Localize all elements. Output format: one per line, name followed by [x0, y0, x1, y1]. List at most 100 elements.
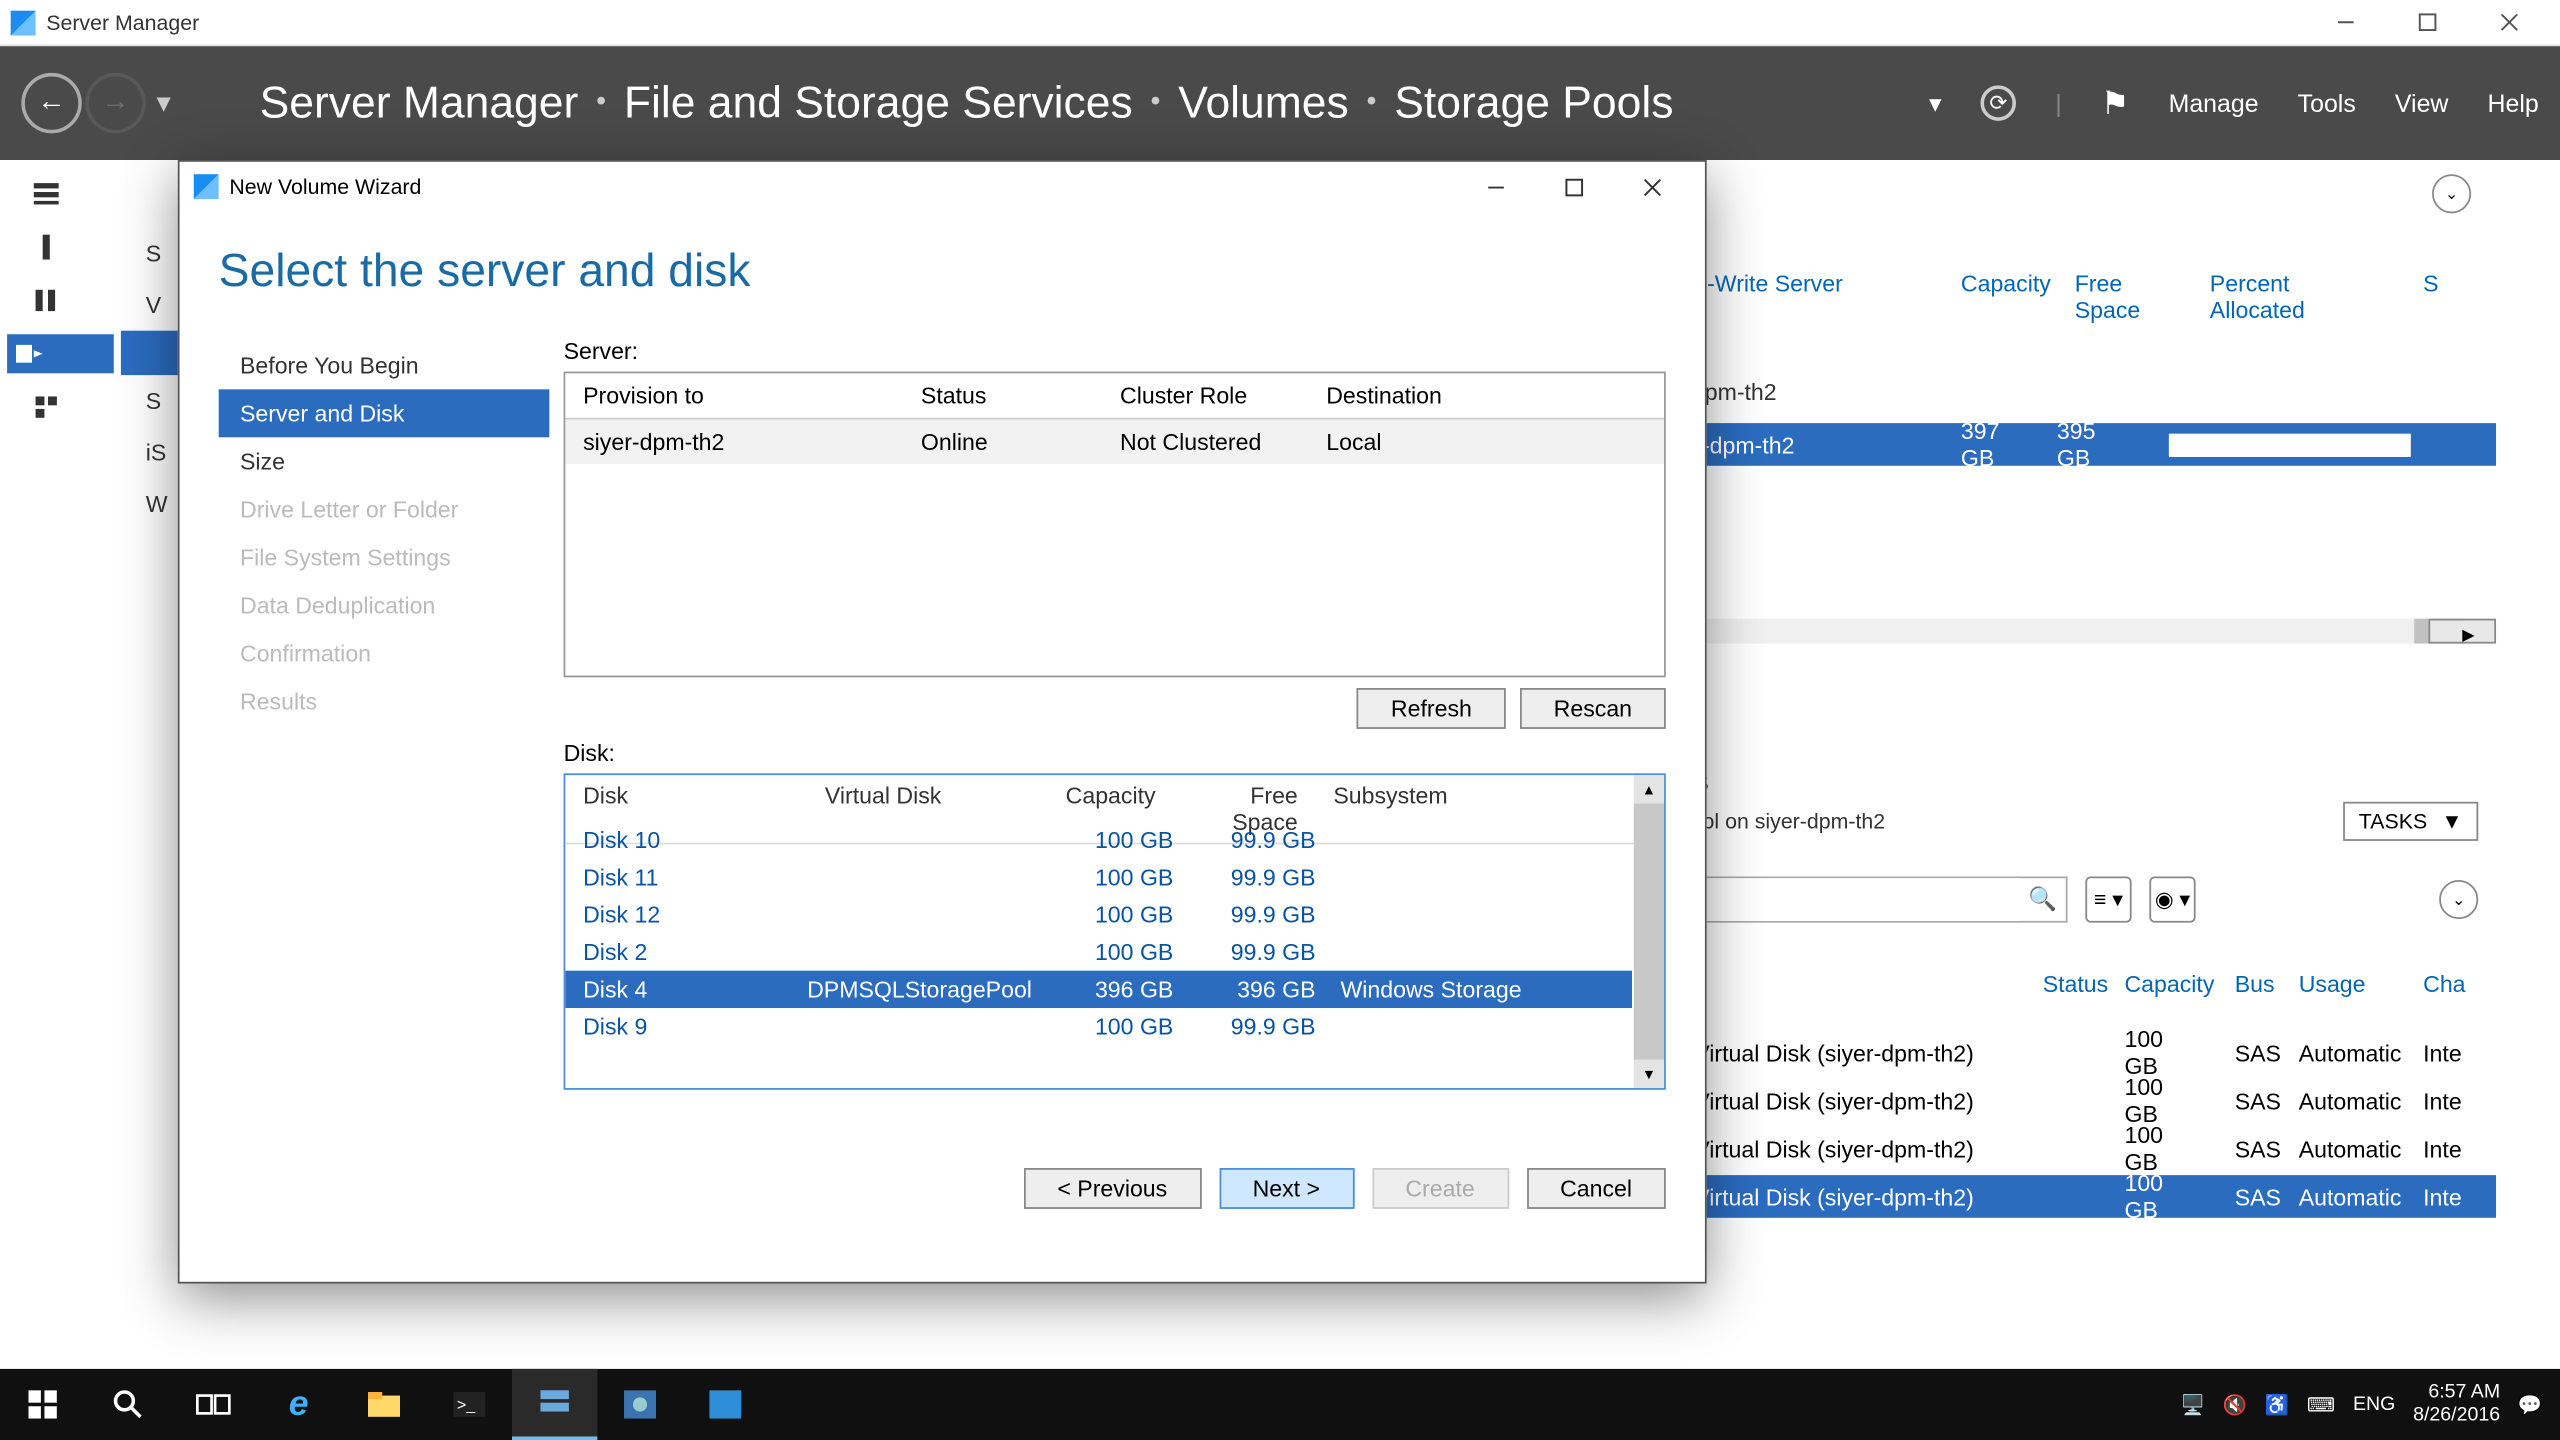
- breadcrumb-sub[interactable]: Volumes: [1178, 77, 1348, 129]
- disk-row[interactable]: Disk 12100 GB99.9 GB: [565, 896, 1632, 933]
- app-title: Server Manager: [46, 10, 199, 35]
- vd-col-name[interactable]: e: [1676, 964, 2024, 1005]
- menu-view[interactable]: View: [2395, 89, 2449, 117]
- tray-clock[interactable]: 6:57 AM 8/26/2016: [2413, 1382, 2500, 1427]
- col-role[interactable]: Cluster Role: [1102, 373, 1308, 417]
- taskbar-servermanager-icon[interactable]: [512, 1369, 597, 1440]
- tray-notifications-icon[interactable]: 💬: [2518, 1393, 2542, 1416]
- tray-accessibility-icon[interactable]: ♿: [2265, 1393, 2289, 1416]
- vd-col-bus[interactable]: Bus: [2217, 964, 2281, 1005]
- taskbar-ie-icon[interactable]: e: [256, 1369, 341, 1440]
- nav-all-servers-icon[interactable]: [25, 281, 96, 320]
- disk-scrollbar[interactable]: ▲ ▼: [1634, 775, 1664, 1088]
- close-button[interactable]: [2468, 1, 2550, 44]
- cell: Automatic: [2281, 1087, 2405, 1114]
- nav-history-dropdown[interactable]: ▾: [156, 85, 170, 121]
- scrollbar-right-button[interactable]: ▶: [2428, 619, 2496, 644]
- col-cap[interactable]: Capacity: [1943, 267, 2057, 327]
- nav-back-button[interactable]: ←: [21, 73, 81, 133]
- section-collapse-button[interactable]: ⌄: [2432, 174, 2471, 213]
- tray-volume-icon[interactable]: 🔇: [2223, 1393, 2247, 1416]
- vd-row[interactable]: Virtual Disk (siyer-dpm-th2) 100 GB SAS …: [1676, 1031, 2496, 1074]
- cell: 397 GB: [1943, 418, 2039, 471]
- menu-manage[interactable]: Manage: [2169, 89, 2259, 117]
- dialog-close-button[interactable]: [1612, 164, 1690, 210]
- nav-file-storage-icon[interactable]: [7, 334, 114, 373]
- col-s[interactable]: S: [2405, 267, 2456, 327]
- breadcrumb-leaf[interactable]: Storage Pools: [1394, 77, 1673, 129]
- vd-row[interactable]: Virtual Disk (siyer-dpm-th2) 100 GB SAS …: [1676, 1127, 2496, 1170]
- col-provision[interactable]: Provision to: [565, 373, 903, 417]
- tray-keyboard-icon[interactable]: ⌨: [2307, 1393, 2335, 1416]
- nav-dashboard-icon[interactable]: [25, 174, 96, 213]
- menu-help[interactable]: Help: [2488, 89, 2539, 117]
- breadcrumb-app[interactable]: Server Manager: [260, 77, 579, 129]
- filter-dropdown-1[interactable]: ≡ ▾: [2085, 876, 2131, 922]
- search-icon[interactable]: 🔍: [2020, 878, 2066, 921]
- menu-tools[interactable]: Tools: [2298, 89, 2356, 117]
- vd-col-status[interactable]: Status: [2025, 964, 2107, 1005]
- rescan-button[interactable]: Rescan: [1520, 688, 1666, 729]
- start-button[interactable]: [0, 1369, 85, 1440]
- col-pct[interactable]: Percent Allocated: [2192, 267, 2405, 327]
- bg-selected-row[interactable]: r-dpm-th2 397 GB 395 GB: [1676, 423, 2496, 466]
- col-destination[interactable]: Destination: [1308, 373, 1459, 417]
- maximize-button[interactable]: [2386, 1, 2468, 44]
- server-row[interactable]: siyer-dpm-th2 Online Not Clustered Local: [565, 420, 1664, 464]
- step-server-and-disk[interactable]: Server and Disk: [219, 389, 550, 437]
- step-results: Results: [219, 677, 550, 725]
- cancel-button[interactable]: Cancel: [1526, 1167, 1666, 1208]
- flag-icon[interactable]: ⚑: [2101, 84, 2130, 121]
- breadcrumb-sep-icon: •: [596, 87, 606, 119]
- disk-row[interactable]: Disk 9100 GB99.9 GB: [565, 1008, 1632, 1045]
- disk-row[interactable]: Disk 11100 GB99.9 GB: [565, 859, 1632, 896]
- filter-collapse-button[interactable]: ⌄: [2439, 880, 2478, 919]
- tray-language[interactable]: ENG: [2353, 1394, 2395, 1415]
- refresh-button[interactable]: Refresh: [1357, 688, 1506, 729]
- breadcrumb-section[interactable]: File and Storage Services: [624, 77, 1133, 129]
- refresh-icon[interactable]: ⟳: [1981, 85, 2017, 121]
- step-before-you-begin[interactable]: Before You Begin: [219, 341, 550, 389]
- scroll-up-button[interactable]: ▲: [1634, 775, 1664, 803]
- vd-row-selected[interactable]: Virtual Disk (siyer-dpm-th2) 100 GB SAS …: [1676, 1175, 2496, 1218]
- vd-row[interactable]: Virtual Disk (siyer-dpm-th2) 100 GB SAS …: [1676, 1079, 2496, 1122]
- system-tray: 🖥️ 🔇 ♿ ⌨ ENG 6:57 AM 8/26/2016 💬: [2180, 1382, 2560, 1427]
- previous-button[interactable]: < Previous: [1024, 1167, 1201, 1208]
- tasks-dropdown-button[interactable]: TASKS▼: [2343, 802, 2478, 841]
- disk-row[interactable]: Disk 4DPMSQLStoragePool396 GB396 GBWindo…: [565, 971, 1632, 1008]
- dialog-minimize-button[interactable]: [1456, 164, 1534, 210]
- nav-local-server-icon[interactable]: [25, 228, 96, 267]
- tasks-subheader: Pool on siyer-dpm-th2: [1676, 809, 1885, 834]
- disk-row[interactable]: Disk 10100 GB99.9 GB: [565, 821, 1632, 858]
- breadcrumb-sep-icon: •: [1367, 87, 1377, 119]
- tray-screens-icon[interactable]: 🖥️: [2180, 1393, 2204, 1416]
- filter-toolbar: 🔍 ≡ ▾ ◉ ▾ ⌄: [1676, 875, 2478, 925]
- taskbar-explorer-icon[interactable]: [341, 1369, 426, 1440]
- bg-horizontal-scrollbar[interactable]: ▶: [1676, 619, 2496, 644]
- taskbar-cmd-icon[interactable]: >_: [427, 1369, 512, 1440]
- header-dropdown-icon[interactable]: ▾: [1929, 88, 1942, 118]
- col-rw[interactable]: d-Write Server: [1676, 267, 1943, 327]
- vd-col-cap[interactable]: Capacity: [2107, 964, 2217, 1005]
- taskbar-app2-icon[interactable]: [683, 1369, 768, 1440]
- taskbar-app1-icon[interactable]: [597, 1369, 682, 1440]
- col-status[interactable]: Status: [903, 373, 1102, 417]
- dialog-icon: [194, 174, 219, 199]
- next-button[interactable]: Next >: [1219, 1167, 1354, 1208]
- filter-dropdown-2[interactable]: ◉ ▾: [2149, 876, 2195, 922]
- scrollbar-thumb[interactable]: [1634, 804, 1664, 1060]
- col-free[interactable]: Free Space: [2057, 267, 2192, 327]
- nav-other-icon[interactable]: [25, 388, 96, 427]
- nav-forward-button: →: [85, 73, 145, 133]
- minimize-button[interactable]: [2304, 1, 2386, 44]
- step-size[interactable]: Size: [219, 437, 550, 485]
- task-view-icon[interactable]: [171, 1369, 256, 1440]
- scroll-down-button[interactable]: ▼: [1634, 1060, 1664, 1088]
- vd-col-cha[interactable]: Cha: [2405, 964, 2483, 1005]
- search-icon[interactable]: [85, 1369, 170, 1440]
- disk-row[interactable]: Disk 2100 GB99.9 GB: [565, 933, 1632, 970]
- dialog-maximize-button[interactable]: [1534, 164, 1612, 210]
- search-input[interactable]: [1678, 878, 2019, 921]
- vd-col-usage[interactable]: Usage: [2281, 964, 2405, 1005]
- cell: Automatic: [2281, 1039, 2405, 1066]
